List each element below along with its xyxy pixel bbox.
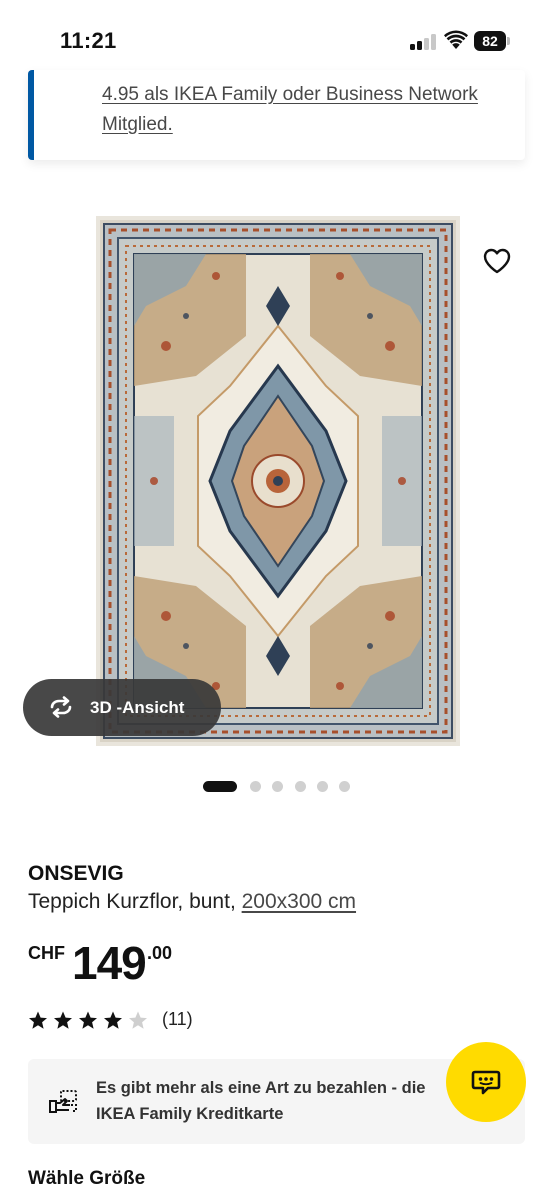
carousel-dot[interactable] — [317, 781, 328, 792]
view-3d-button[interactable]: 3D -Ansicht — [23, 679, 221, 736]
battery-icon: 82 — [474, 31, 510, 51]
product-image[interactable] — [96, 216, 460, 746]
carousel-dot[interactable] — [250, 781, 261, 792]
product-type: Teppich Kurzflor, bunt, — [28, 890, 242, 913]
battery-level: 82 — [474, 31, 506, 51]
carousel-indicator[interactable] — [203, 780, 363, 794]
view-3d-label: 3D -Ansicht — [90, 698, 185, 717]
product-description: Teppich Kurzflor, bunt, 200x300 cm — [28, 890, 356, 914]
product-size-link[interactable]: 200x300 cm — [242, 890, 356, 913]
product-name: ONSEVIG — [28, 862, 124, 885]
price-integer: 149 — [72, 937, 147, 989]
chat-button[interactable] — [446, 1042, 526, 1122]
price-currency: CHF — [28, 943, 65, 963]
carousel-dot[interactable] — [339, 781, 350, 792]
chat-icon — [471, 1070, 501, 1095]
family-price-link[interactable]: 4.95 als IKEA Family oder Business Netwo… — [102, 80, 522, 140]
choose-size-heading: Wähle Größe — [28, 1168, 146, 1189]
card-payment-icon — [49, 1090, 77, 1113]
family-price-card: 4.95 als IKEA Family oder Business Netwo… — [28, 70, 525, 160]
payment-info-text: Es gibt mehr als eine Art zu bezahlen - … — [96, 1079, 426, 1123]
rotate-3d-icon — [50, 696, 72, 718]
signal-icon — [410, 34, 436, 50]
review-count[interactable]: (11) — [162, 1009, 193, 1030]
price-decimal: .00 — [147, 943, 173, 963]
carousel-dot[interactable] — [203, 781, 237, 792]
carousel-dot[interactable] — [272, 781, 283, 792]
status-time: 11:21 — [60, 28, 117, 53]
heart-icon[interactable] — [482, 246, 512, 276]
wifi-icon — [444, 30, 468, 49]
carousel-dot[interactable] — [295, 781, 306, 792]
rating-stars[interactable] — [28, 1009, 153, 1031]
